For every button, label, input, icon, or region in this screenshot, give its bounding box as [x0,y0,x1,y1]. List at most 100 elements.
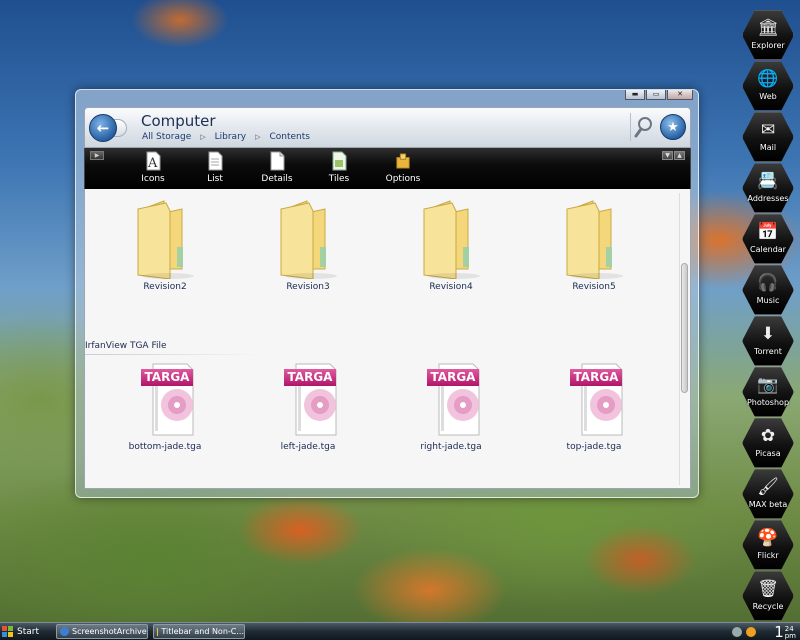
list-view-button[interactable]: List [187,151,243,187]
folder-item[interactable]: Revision4 [396,199,506,309]
tray-network-icon[interactable] [732,627,742,637]
dock-item-music[interactable]: 🎧 Music [740,265,796,315]
icons-view-button[interactable]: A Icons [125,151,181,187]
file-label: right-jade.tga [420,442,482,452]
maximize-button[interactable]: ▭ [646,90,666,100]
folder-icon [137,200,194,279]
tga-file-icon: TARGA [127,361,203,439]
dock-item-photoshop[interactable]: 📷 Photoshop [740,367,796,417]
scrollbar-thumb[interactable] [681,263,688,393]
breadcrumb-separator-icon: ▷ [200,133,206,141]
breadcrumb-library[interactable]: Library [215,132,246,142]
minimize-button[interactable]: ▬ [625,90,645,100]
details-view-label: Details [261,174,293,184]
dock-item-addresses[interactable]: 📇 Addresses [740,163,796,213]
picasa-icon: ✿ [760,426,776,446]
tray-app-icon[interactable] [746,627,756,637]
file-list-area: Revision2 Revision3 Revision4 Revision5 … [84,189,691,489]
folder-item[interactable]: Revision3 [253,199,363,309]
task-label: ScreenshotArchive [72,627,147,636]
options-button[interactable]: Options [375,151,431,187]
dock-item-web[interactable]: 🌐 Web [740,61,796,111]
file-label: bottom-jade.tga [128,442,202,452]
breadcrumb-separator-icon: ▷ [255,133,261,141]
clock-minutes-period: 24 pm [785,626,796,640]
task-label: Titlebar and Non-C... [161,627,244,636]
toolbar-toggle-button[interactable]: ▶ [90,151,104,160]
taskbar-item-titlebar[interactable]: Titlebar and Non-C... [153,624,245,639]
group-header: IrfanView TGA File [85,341,167,351]
tiles-view-button[interactable]: Tiles [311,151,367,187]
icons-view-icon: A [145,151,161,171]
list-view-label: List [207,174,223,184]
targa-badge: TARGA [570,369,622,386]
folder-item[interactable]: Revision2 [110,199,220,309]
file-label: left-jade.tga [280,442,336,452]
tiles-view-label: Tiles [328,174,350,184]
torrent-icon: ⬇ [760,324,776,344]
dock-item-mail[interactable]: ✉ Mail [740,112,796,162]
dock-item-torrent[interactable]: ⬇ Torrent [740,316,796,366]
back-arrow-icon: ← [96,119,110,137]
dock-item-calendar[interactable]: 📅 Calendar [740,214,796,264]
dock-label: Addresses [747,194,789,203]
dock-label: Mail [759,143,777,152]
start-button[interactable]: Start [2,624,50,639]
favorites-button[interactable]: ★ [660,114,686,140]
clock-period: pm [784,632,796,640]
dock-item-explorer[interactable]: 🏛 Explorer [740,10,796,60]
mail-icon: ✉ [760,120,776,140]
breadcrumb-all-storage[interactable]: All Storage [142,132,191,142]
dock-item-max-beta[interactable]: 🖌 MAX beta [740,469,796,519]
folder-icon [280,200,337,279]
targa-badge: TARGA [284,369,336,386]
dock-item-picasa[interactable]: ✿ Picasa [740,418,796,468]
windows-logo-icon [2,625,13,637]
file-item[interactable]: TARGA bottom-jade.tga [110,361,220,471]
taskbar: Start ScreenshotArchive Titlebar and Non… [0,622,800,640]
folder-label: Revision4 [429,282,473,292]
taskbar-clock[interactable]: 1 24 pm [774,623,796,640]
targa-badge: TARGA [141,369,193,386]
dock-item-flickr[interactable]: 🍄 Flickr [740,520,796,570]
tiles-view-icon [331,151,347,171]
vertical-scrollbar[interactable] [679,193,688,485]
svg-text:A: A [147,156,158,171]
folder-item[interactable]: Revision5 [539,199,649,309]
icons-view-label: Icons [141,174,165,184]
dock-label: Music [756,296,780,305]
details-view-button[interactable]: Details [249,151,305,187]
dock-label: Calendar [750,245,786,254]
toolbar-scroll-down-button[interactable]: ▼ [662,151,673,160]
explorer-window: ▬ ▭ ✕ ← Computer All Storage ▷ Library ▷… [75,89,699,498]
recycle-bin-icon: 🗑 [757,579,779,599]
back-button[interactable]: ← [89,114,117,142]
file-item[interactable]: TARGA right-jade.tga [396,361,506,471]
address-header: ← Computer All Storage ▷ Library ▷ Conte… [84,107,691,148]
folder-label: Revision5 [572,282,616,292]
toolbar-scroll-up-button[interactable]: ▲ [674,151,685,160]
folder-icon [157,627,159,636]
details-view-icon [269,151,285,171]
file-item[interactable]: TARGA top-jade.tga [539,361,649,471]
flickr-icon: 🍄 [757,528,779,548]
explorer-icon: 🏛 [757,18,779,38]
taskbar-item-screenshot-archive[interactable]: ScreenshotArchive [56,624,148,639]
toolbar-scroll-controls: ▼ ▲ [662,151,685,160]
clock-hour: 1 [774,623,784,640]
dock-label: Picasa [755,449,781,458]
search-button[interactable] [630,113,656,141]
star-icon: ★ [667,119,679,135]
app-dock: 🏛 Explorer 🌐 Web ✉ Mail 📇 Addresses 📅 Ca… [738,8,800,622]
folder-label: Revision2 [143,282,187,292]
address-book-icon: 📇 [757,171,779,191]
calendar-icon: 📅 [757,222,779,242]
breadcrumb-contents[interactable]: Contents [270,132,310,142]
dock-label: Web [759,92,777,101]
folder-label: Revision3 [286,282,330,292]
dock-item-recycle[interactable]: 🗑 Recycle [740,571,796,621]
file-item[interactable]: TARGA left-jade.tga [253,361,363,471]
browser-icon [60,627,69,636]
close-button[interactable]: ✕ [667,90,693,100]
targa-badge: TARGA [427,369,479,386]
